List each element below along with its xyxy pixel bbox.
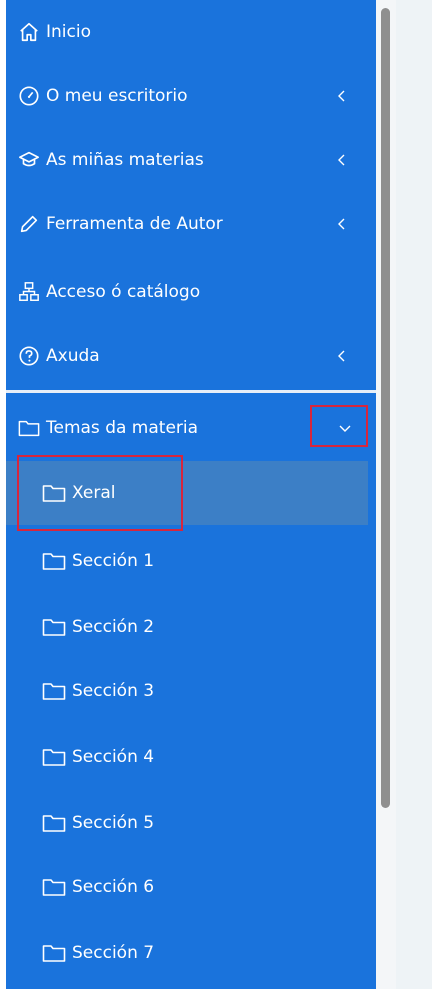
main-content-area: [396, 0, 432, 989]
scrollbar-thumb[interactable]: [381, 8, 390, 808]
highlight-box-chevron: [310, 405, 368, 447]
topic-item-label: Sección 3: [72, 681, 155, 701]
graduation-cap-icon: [19, 151, 39, 167]
menu-item-ferramenta-de-autor[interactable]: Ferramenta de Autor: [6, 194, 376, 254]
topic-item-label: Sección 7: [72, 943, 155, 963]
topic-item-label: Sección 2: [72, 617, 155, 637]
folder-icon: [42, 945, 66, 962]
topic-item-label: Sección 5: [72, 813, 155, 833]
menu-item-o-meu-escritorio[interactable]: O meu escritorio: [6, 66, 376, 126]
menu-item-label: O meu escritorio: [46, 86, 188, 106]
menu-item-label: Acceso ó catálogo: [46, 282, 201, 302]
folder-icon: [42, 749, 66, 766]
menu-item-acceso-o-catalogo[interactable]: Acceso ó catálogo: [6, 262, 376, 322]
menu-item-axuda[interactable]: Axuda: [6, 326, 376, 386]
chevron-left-icon[interactable]: [334, 348, 350, 364]
topic-item-label: Sección 4: [72, 747, 155, 767]
chevron-left-icon[interactable]: [334, 216, 350, 232]
topic-item-label: Sección 1: [72, 551, 155, 571]
menu-item-as-minas-materias[interactable]: As miñas materias: [6, 130, 376, 190]
highlight-box-xeral: [17, 455, 183, 531]
folder-icon: [18, 420, 40, 437]
topic-item-seccion-2[interactable]: Sección 2: [6, 597, 376, 657]
topic-item-seccion-6[interactable]: Sección 6: [6, 857, 376, 917]
menu-item-inicio[interactable]: Inicio: [6, 2, 376, 62]
menu-item-label: Ferramenta de Autor: [46, 214, 223, 234]
topic-item-label: Sección 6: [72, 877, 155, 897]
chevron-left-icon[interactable]: [334, 152, 350, 168]
folder-icon: [42, 815, 66, 832]
sidebar: Inicio O meu escritorio As miñas materia…: [6, 0, 376, 989]
gauge-icon: [19, 86, 39, 106]
divider: [6, 390, 376, 393]
folder-icon: [42, 879, 66, 896]
topics-header-label: Temas da materia: [46, 418, 199, 438]
topic-item-seccion-1[interactable]: Sección 1: [6, 531, 376, 591]
topic-item-seccion-7[interactable]: Sección 7: [6, 923, 376, 983]
sitemap-icon: [19, 282, 39, 301]
topic-item-seccion-5[interactable]: Sección 5: [6, 793, 376, 853]
topic-item-seccion-3[interactable]: Sección 3: [6, 661, 376, 721]
question-circle-icon: [19, 346, 39, 366]
pencil-icon: [20, 215, 38, 233]
folder-icon: [42, 683, 66, 700]
chevron-left-icon[interactable]: [334, 88, 350, 104]
menu-item-label: Axuda: [46, 346, 100, 366]
topic-item-seccion-4[interactable]: Sección 4: [6, 727, 376, 787]
folder-icon: [42, 619, 66, 636]
home-icon: [20, 22, 38, 42]
folder-icon: [42, 553, 66, 570]
menu-item-label: Inicio: [46, 22, 91, 42]
menu-item-label: As miñas materias: [46, 150, 204, 170]
